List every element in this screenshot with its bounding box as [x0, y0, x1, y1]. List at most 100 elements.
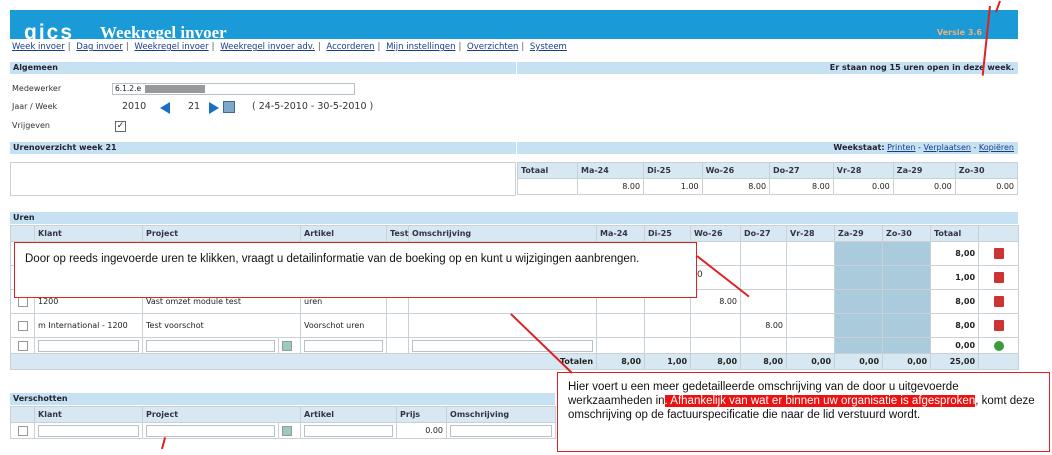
calendar-icon[interactable]	[223, 101, 235, 113]
week-value[interactable]: 21	[188, 99, 200, 114]
printen-link[interactable]: Printen	[887, 143, 915, 152]
week-range: ( 24-5-2010 - 30-5-2010 )	[252, 101, 374, 112]
new-omschrijving-input[interactable]	[412, 339, 594, 352]
year-value[interactable]: 2010	[122, 99, 146, 114]
edit-icon[interactable]	[17, 320, 28, 331]
day-total: 8,00	[596, 353, 646, 370]
section-header-uren: Uren	[10, 212, 1018, 224]
day-header: Ma-24	[576, 162, 645, 179]
next-week-icon[interactable]	[209, 102, 219, 114]
col-day: Ma-24	[596, 225, 646, 242]
delete-icon[interactable]	[993, 320, 1004, 331]
callout-omschrijving-hint: Hier voert u een meer gedetailleerde oms…	[557, 372, 1050, 452]
delete-icon[interactable]	[993, 248, 1004, 259]
day-header: Do-27	[769, 162, 834, 179]
verschot-artikel-input[interactable]	[304, 424, 394, 437]
row-artikel: Voorschot uren	[300, 313, 388, 338]
new-project-input[interactable]	[146, 339, 275, 352]
day-total: 0,00	[882, 353, 932, 370]
col-prijs: Prijs	[396, 406, 448, 423]
nav-weekregel-invoer-adv[interactable]: Weekregel invoer adv.	[220, 42, 315, 52]
row-value-fragment: 0	[697, 270, 703, 280]
verschotten-table: Klant Project Artikel Prijs Omschrijving…	[10, 406, 557, 439]
save-row-icon[interactable]	[993, 340, 1004, 351]
col-klant: Klant	[34, 406, 143, 423]
nav-overzichten[interactable]: Overzichten	[467, 42, 518, 52]
col-day: Wo-26	[690, 225, 742, 242]
section-header-urenoverzicht: Urenoverzicht week 21	[10, 142, 516, 154]
verschot-prijs[interactable]: 0.00	[396, 422, 448, 439]
weekstaat-label: Weekstaat:	[833, 143, 885, 152]
day-total: 0,00	[786, 353, 836, 370]
overview-empty-area	[10, 162, 516, 196]
app-header: qics Weekregel invoer Versie 3.6	[10, 10, 1018, 44]
project-picker-icon[interactable]	[282, 340, 292, 351]
col-day: Do-27	[740, 225, 788, 242]
new-artikel-input[interactable]	[304, 339, 384, 352]
col-test: Test	[386, 225, 410, 242]
nav-accorderen[interactable]: Accorderen	[326, 42, 374, 52]
verschot-klant-input[interactable]	[38, 424, 139, 437]
nav-dag-invoer[interactable]: Dag invoer	[76, 42, 123, 52]
col-omschrijving: Omschrijving	[446, 406, 557, 423]
day-total: 0,00	[834, 353, 884, 370]
callout-edit-hint: Door op reeds ingevoerde uren te klikken…	[14, 242, 697, 298]
col-omschrijving: Omschrijving	[408, 225, 598, 242]
project-picker-icon[interactable]	[282, 425, 292, 436]
row-total: 8,00	[930, 241, 980, 266]
medewerker-value: 6.1.2.e	[115, 84, 142, 93]
day-hours[interactable]: 8.00	[690, 289, 742, 314]
new-entry-icon[interactable]	[17, 425, 28, 436]
action-col-header	[978, 225, 1020, 242]
icon-col-header	[10, 225, 35, 242]
day-total: 8.00	[701, 178, 771, 195]
verplaatsen-link[interactable]: Verplaatsen	[923, 143, 970, 152]
row-project: Test voorschot	[141, 313, 302, 338]
prev-week-icon[interactable]	[160, 102, 170, 114]
totaal-cell	[517, 178, 578, 195]
day-total: 1.00	[643, 178, 703, 195]
day-hours[interactable]: 8.00	[740, 313, 788, 338]
day-total: 8.00	[769, 178, 834, 195]
weekstaat-bar: Weekstaat: Printen - Verplaatsen - Kopië…	[517, 142, 1018, 154]
vrijgeven-label: Vrijgeven	[12, 121, 50, 130]
delete-icon[interactable]	[993, 296, 1004, 307]
verschot-omschrijving-input[interactable]	[450, 424, 553, 437]
new-row[interactable]: 0,00	[10, 337, 1020, 354]
main-nav: Week invoer | Dag invoer | Weekregel invoe…	[12, 42, 567, 52]
day-header: Zo-30	[954, 162, 1019, 179]
col-day: Za-29	[834, 225, 884, 242]
day-total: 0.00	[892, 178, 956, 195]
day-total: 0.00	[954, 178, 1019, 195]
version-label: Versie 3.6	[936, 28, 982, 37]
delete-icon[interactable]	[993, 272, 1004, 283]
col-artikel: Artikel	[300, 225, 388, 242]
medewerker-label: Medewerker	[12, 84, 62, 93]
col-totaal: Totaal	[930, 225, 980, 242]
edit-icon[interactable]	[17, 296, 28, 307]
col-day: Vr-28	[786, 225, 836, 242]
week-overview-table: Totaal Ma-24 Di-25 Wo-26 Do-27 Vr-28 Za-…	[517, 162, 1019, 195]
callout-text-highlight: . Afhankelijk van wat er binnen uw organ…	[664, 395, 976, 407]
nav-mijn-instellingen[interactable]: Mijn instellingen	[386, 42, 455, 52]
open-hours-status: Er staan nog 15 uren open in deze week.	[517, 62, 1018, 74]
day-header: Wo-26	[701, 162, 771, 179]
col-artikel: Artikel	[300, 406, 398, 423]
verschot-project-input[interactable]	[146, 424, 275, 437]
nav-week-invoer[interactable]: Week invoer	[12, 42, 65, 52]
new-klant-input[interactable]	[38, 339, 139, 352]
totaal-header: Totaal	[517, 162, 578, 179]
kopieren-link[interactable]: Kopiëren	[979, 143, 1014, 152]
jaar-week-label: Jaar / Week	[12, 102, 58, 111]
new-entry-icon[interactable]	[17, 340, 28, 351]
nav-weekregel-invoer[interactable]: Weekregel invoer	[134, 42, 208, 52]
day-header: Vr-28	[832, 162, 894, 179]
separator-dash: -	[973, 143, 977, 152]
nav-systeem[interactable]: Systeem	[530, 42, 567, 52]
vrijgeven-checkbox[interactable]: ✓	[115, 121, 126, 132]
medewerker-field[interactable]: 6.1.2.e	[112, 83, 355, 95]
col-project: Project	[141, 406, 302, 423]
day-total: 0.00	[832, 178, 894, 195]
row-klant: m International - 1200	[34, 313, 143, 338]
row-total: 8,00	[930, 289, 980, 314]
